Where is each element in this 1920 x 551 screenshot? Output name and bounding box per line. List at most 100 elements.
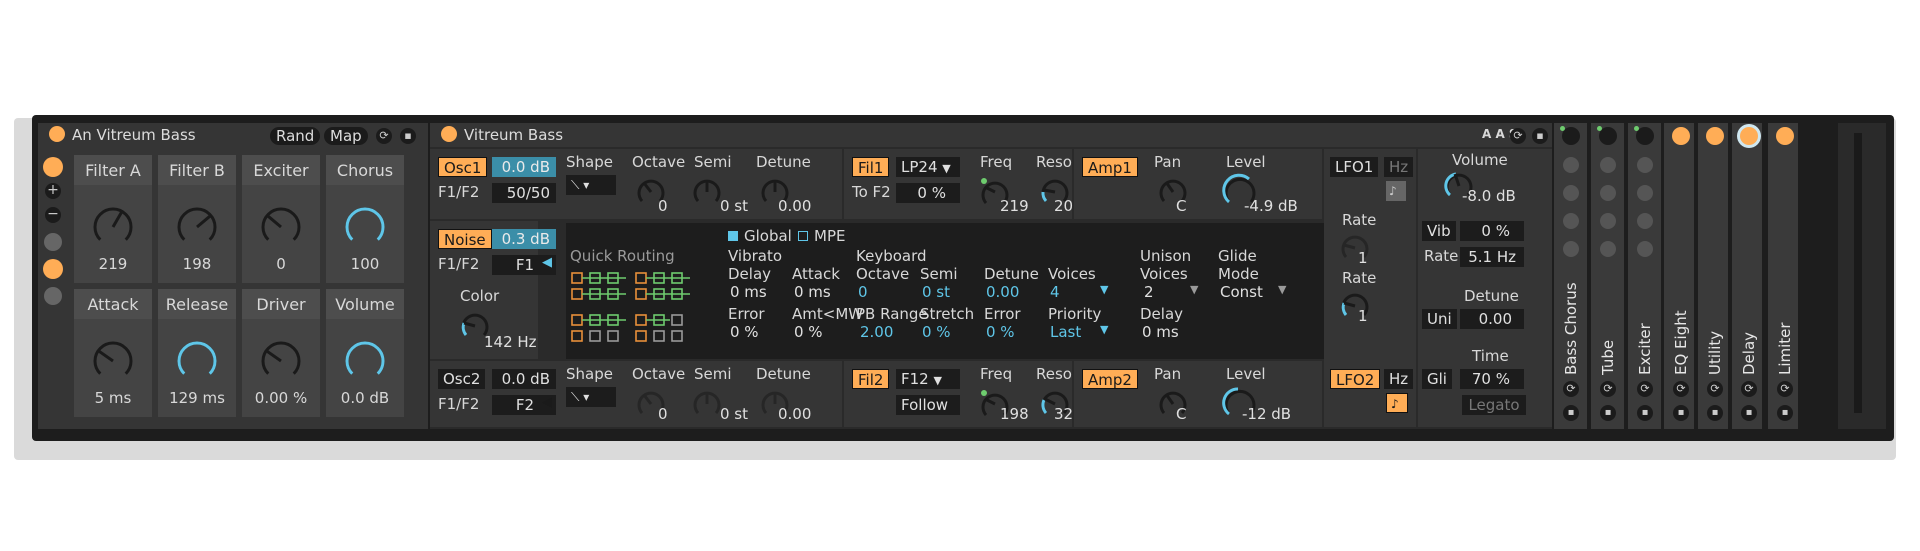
chain-scrollbar[interactable] bbox=[1854, 133, 1862, 413]
macro-icon[interactable] bbox=[1637, 157, 1653, 173]
vib-amtmw-value[interactable]: 0 % bbox=[794, 323, 823, 341]
list-icon[interactable] bbox=[1563, 241, 1579, 257]
kb-voices-value[interactable]: 4 bbox=[1050, 283, 1060, 301]
uni-detune[interactable]: 0.00 bbox=[1460, 309, 1524, 329]
list-icon[interactable] bbox=[1637, 241, 1653, 257]
macro-knob[interactable] bbox=[259, 205, 303, 249]
osc2-shape-select[interactable]: ⟍ ▾ bbox=[566, 387, 616, 407]
rand-button[interactable]: Rand bbox=[270, 127, 321, 145]
map-button[interactable]: Map bbox=[324, 127, 368, 145]
device-power-button[interactable] bbox=[1776, 127, 1794, 145]
device-power-button[interactable] bbox=[1740, 127, 1758, 145]
snapshot-icon[interactable] bbox=[1637, 185, 1653, 201]
kb-stretch-value[interactable]: 0 % bbox=[922, 323, 951, 341]
gli-button[interactable]: Gli bbox=[1422, 369, 1452, 389]
fil2-follow-button[interactable]: Follow bbox=[896, 395, 960, 415]
lfo1-sync-note-icon[interactable]: ♪ bbox=[1386, 181, 1406, 201]
mpe-tab[interactable]: MPE bbox=[798, 227, 845, 245]
vib-error-value[interactable]: 0 % bbox=[730, 323, 759, 341]
device-power-button[interactable] bbox=[1706, 127, 1724, 145]
amp1-button[interactable]: Amp1 bbox=[1082, 157, 1138, 177]
chain-list-icon[interactable] bbox=[43, 259, 63, 279]
save-icon[interactable]: ▪ bbox=[400, 128, 416, 144]
vib-button[interactable]: Vib bbox=[1422, 221, 1456, 241]
save-icon[interactable]: ▪ bbox=[1707, 405, 1723, 421]
glide-time[interactable]: 70 % bbox=[1460, 369, 1524, 389]
osc1-shape-select[interactable]: ⟍ ▾ bbox=[566, 175, 616, 195]
snapshot-icon[interactable] bbox=[1600, 185, 1616, 201]
vib-amount[interactable]: 0 % bbox=[1460, 221, 1524, 241]
fil2-type-select[interactable]: F12 ▼ bbox=[896, 369, 960, 389]
lfo1-button[interactable]: LFO1 bbox=[1330, 157, 1379, 177]
device-strip-utility[interactable]: Utility ⟳ ▪ bbox=[1698, 123, 1730, 429]
global-tab[interactable]: Global bbox=[728, 227, 792, 245]
save-icon[interactable]: ▪ bbox=[1563, 405, 1579, 421]
synth-save-icon[interactable]: ▪ bbox=[1532, 128, 1548, 144]
fil2-button[interactable]: Fil2 bbox=[852, 369, 890, 389]
hot-swap-icon[interactable]: ⟳ bbox=[1600, 381, 1616, 397]
kb-voices-dropdown-icon[interactable]: ▼ bbox=[1100, 283, 1108, 296]
snapshot-icon[interactable] bbox=[44, 233, 62, 251]
glide-mode-dropdown-icon[interactable]: ▼ bbox=[1278, 283, 1286, 296]
osc1-gain[interactable]: 0.0 dB bbox=[492, 157, 556, 177]
lfo2-hz-button[interactable]: Hz bbox=[1384, 369, 1414, 389]
macro-knob[interactable] bbox=[175, 339, 219, 383]
device-strip-exciter[interactable]: Exciter ⟳ ▪ bbox=[1628, 123, 1663, 429]
osc2-gain[interactable]: 0.0 dB bbox=[492, 369, 556, 389]
kb-octave-value[interactable]: 0 bbox=[858, 283, 868, 301]
macro-knob[interactable] bbox=[91, 205, 135, 249]
chain-icon[interactable] bbox=[1600, 213, 1616, 229]
kb-detune-value[interactable]: 0.00 bbox=[986, 283, 1019, 301]
osc2-button[interactable]: Osc2 bbox=[438, 369, 486, 389]
hot-swap-icon[interactable]: ⟳ bbox=[376, 128, 392, 144]
list-icon[interactable] bbox=[1600, 241, 1616, 257]
remove-macro-icon[interactable]: − bbox=[45, 207, 61, 223]
synth-hot-swap-icon[interactable]: ⟳ bbox=[1510, 128, 1526, 144]
amp2-button[interactable]: Amp2 bbox=[1082, 369, 1138, 389]
glide-mode-value[interactable]: Const bbox=[1220, 283, 1263, 301]
save-icon[interactable]: ▪ bbox=[1637, 405, 1653, 421]
hot-swap-icon[interactable]: ⟳ bbox=[1563, 381, 1579, 397]
kb-priority-dropdown-icon[interactable]: ▼ bbox=[1100, 323, 1108, 336]
vib-rate[interactable]: 5.1 Hz bbox=[1460, 247, 1524, 267]
lfo2-button[interactable]: LFO2 bbox=[1330, 369, 1381, 389]
kb-priority-value[interactable]: Last bbox=[1050, 323, 1081, 341]
device-strip-limiter[interactable]: Limiter ⟳ ▪ bbox=[1768, 123, 1800, 429]
osc1-semi-knob[interactable] bbox=[692, 177, 722, 207]
macro-knob[interactable] bbox=[259, 339, 303, 383]
macro-knob[interactable] bbox=[343, 205, 387, 249]
save-icon[interactable]: ▪ bbox=[1741, 405, 1757, 421]
noise-gain[interactable]: 0.3 dB bbox=[492, 229, 556, 249]
unison-voices-dropdown-icon[interactable]: ▼ bbox=[1190, 283, 1198, 296]
synth-power-button[interactable] bbox=[441, 126, 457, 142]
macro-icon[interactable] bbox=[1563, 157, 1579, 173]
macro-toggle-icon[interactable] bbox=[43, 157, 63, 177]
noise-button[interactable]: Noise bbox=[438, 229, 492, 249]
vib-delay-value[interactable]: 0 ms bbox=[730, 283, 767, 301]
device-power-button[interactable] bbox=[1672, 127, 1690, 145]
save-icon[interactable]: ▪ bbox=[1673, 405, 1689, 421]
hot-swap-icon[interactable]: ⟳ bbox=[1707, 381, 1723, 397]
save-icon[interactable]: ▪ bbox=[1777, 405, 1793, 421]
device-strip-bass-chorus[interactable]: Bass Chorus ⟳ ▪ bbox=[1554, 123, 1589, 429]
osc2-semi-knob[interactable] bbox=[692, 389, 722, 419]
snapshot-icon[interactable] bbox=[1563, 185, 1579, 201]
add-macro-icon[interactable]: + bbox=[45, 183, 61, 199]
lfo1-hz-button[interactable]: Hz bbox=[1384, 157, 1414, 177]
lfo2-sync-note-icon[interactable]: ♪ bbox=[1386, 393, 1408, 413]
macro-icon[interactable] bbox=[1600, 157, 1616, 173]
macro-knob[interactable] bbox=[91, 339, 135, 383]
kb-pbrange-value[interactable]: 2.00 bbox=[860, 323, 893, 341]
device-strip-delay[interactable]: Delay ⟳ ▪ bbox=[1732, 123, 1764, 429]
macro-knob[interactable] bbox=[343, 339, 387, 383]
quick-routing-matrix[interactable] bbox=[570, 271, 698, 351]
osc1-f1f2[interactable]: 50/50 bbox=[492, 183, 556, 203]
unison-voices-value[interactable]: 2 bbox=[1144, 283, 1154, 301]
macro-knob[interactable] bbox=[175, 205, 219, 249]
kb-semi-value[interactable]: 0 st bbox=[922, 283, 950, 301]
chain-icon[interactable] bbox=[1563, 213, 1579, 229]
uni-button[interactable]: Uni bbox=[1422, 309, 1457, 329]
hot-swap-icon[interactable]: ⟳ bbox=[1637, 381, 1653, 397]
device-list-icon[interactable] bbox=[44, 287, 62, 305]
hot-swap-icon[interactable]: ⟳ bbox=[1777, 381, 1793, 397]
